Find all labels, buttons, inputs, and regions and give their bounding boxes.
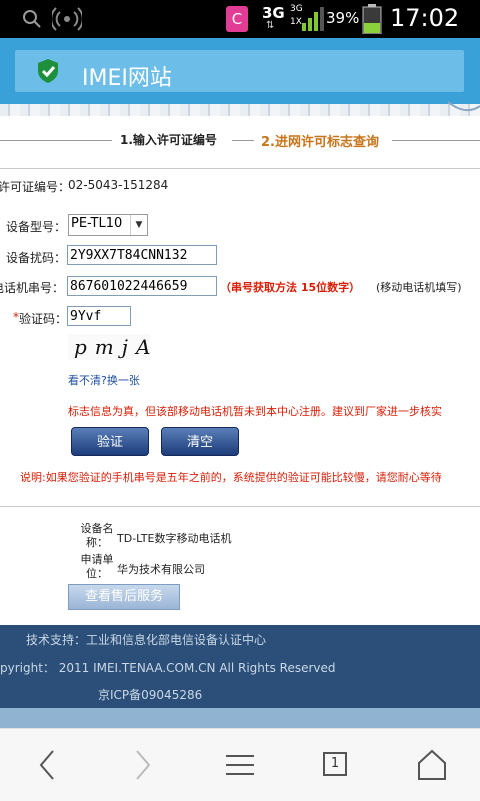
menu-icon[interactable] [224, 747, 256, 783]
clock: 17:02 [390, 4, 460, 32]
steps-divider-middle [232, 140, 254, 141]
tabs-icon[interactable]: 1 [323, 752, 347, 776]
network-small-bottom: 1X [290, 17, 302, 27]
clear-button[interactable]: 清空 [161, 427, 239, 456]
license-value: 02-5043-151284 [68, 178, 169, 192]
page-title: IMEI网站 [82, 66, 172, 91]
verify-button[interactable]: 验证 [71, 427, 149, 456]
battery-icon [362, 4, 382, 34]
scramble-input[interactable]: 2Y9XX7T84CNN132 [67, 245, 217, 265]
app-notification-icon: C [226, 6, 248, 32]
serial-input[interactable]: 867601022446659 [67, 276, 217, 296]
device-name-value: TD-LTE数字移动电话机 [117, 532, 232, 545]
step-1-label: 1.输入许可证编号 [120, 133, 217, 147]
footer-strip [0, 708, 480, 728]
footer-copyright: pyright： 2011 IMEI.TENAA.COM.CN All Righ… [0, 661, 336, 675]
home-icon[interactable] [416, 747, 448, 783]
result-message: 标志信息为真，但该部移动电话机暂未到本中心注册。建议到厂家进一步核实 [68, 405, 442, 418]
battery-percent: 39% [326, 9, 360, 27]
browser-toolbar: 1 [0, 728, 480, 801]
footer-icp: 京ICP备09045286 [98, 688, 203, 702]
wifi-icon [52, 7, 82, 31]
search-icon [23, 10, 41, 28]
forward-icon[interactable] [132, 747, 154, 783]
header-banner [0, 104, 480, 116]
captcha-image: pmjA [68, 334, 150, 360]
serial-method-link[interactable]: （串号获取方法 15位数字） [220, 279, 360, 295]
device-name-label: 设备名称： [80, 522, 114, 549]
steps-divider-left [0, 140, 112, 141]
step-2-label: 2.进网许可标志查询 [261, 135, 379, 150]
applicant-value: 华为技术有限公司 [117, 563, 205, 576]
model-select-value: PE-TL10 [71, 216, 123, 231]
steps-divider-right [392, 140, 480, 141]
note-text: 说明:如果您验证的手机串号是五年之前的，系统提供的验证可能比较慢，请您耐心等待 [20, 471, 442, 484]
license-label: 许可证编号： [0, 180, 71, 194]
captcha-input[interactable]: 9Yvf [67, 306, 131, 326]
back-icon[interactable] [36, 747, 58, 783]
serial-label: 电话机串号： [0, 281, 65, 295]
result-divider [0, 506, 480, 507]
status-bar: C 3G ⇅ 3G 1X 39% 17:02 [0, 0, 480, 38]
model-label: 设备型号： [6, 220, 67, 234]
banner-decoration [448, 101, 480, 112]
captcha-refresh-link[interactable]: 看不清?换一张 [68, 372, 140, 388]
chevron-down-icon: ▼ [130, 215, 147, 235]
network-small-top: 3G [290, 4, 303, 14]
page-footer: 技术支持：工业和信息化部电信设备认证中心 pyright： 2011 IMEI.… [0, 625, 480, 708]
captcha-label: 验证码： [19, 312, 68, 326]
footer-support: 技术支持：工业和信息化部电信设备认证中心 [26, 633, 267, 647]
scramble-label: 设备扰码： [6, 251, 67, 265]
section-divider [0, 168, 480, 169]
shield-check-icon [38, 59, 58, 83]
signal-icon [302, 7, 324, 31]
serial-hint: (移动电话机填写) [376, 281, 462, 294]
title-bar: IMEI网站 [0, 38, 480, 104]
applicant-label: 申请单位： [80, 553, 114, 580]
after-sale-button[interactable]: 查看售后服务 [68, 584, 180, 610]
model-select[interactable]: PE-TL10 ▼ [68, 214, 148, 236]
data-arrows-icon: ⇅ [266, 20, 275, 31]
